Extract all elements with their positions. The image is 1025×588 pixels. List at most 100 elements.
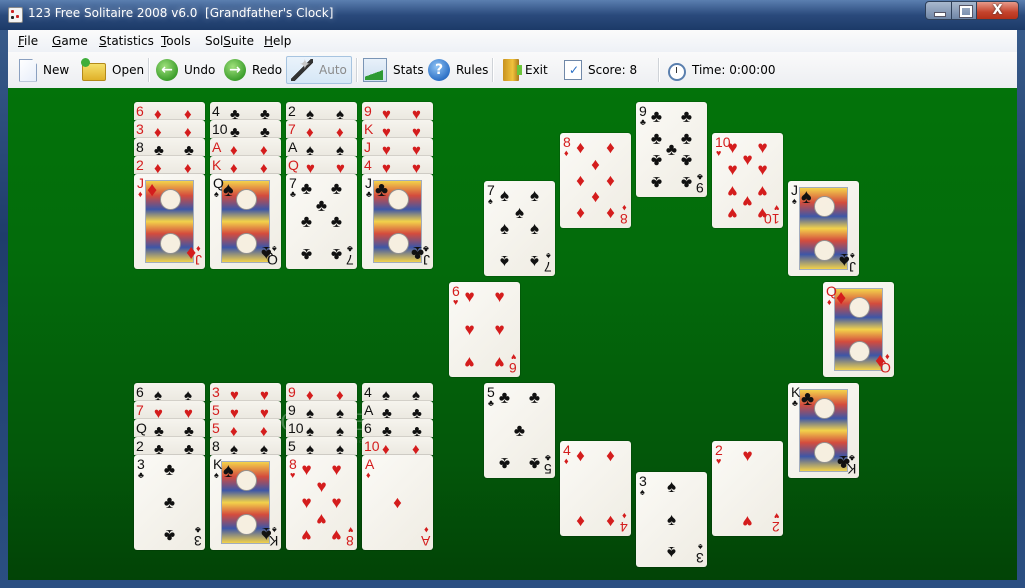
- heart-pip-icon: ♥: [464, 353, 475, 372]
- card-overlapped[interactable]: 8 ♠ ♠: [210, 437, 281, 455]
- club-icon: ♣: [138, 470, 144, 480]
- diamond-icon: ♦: [230, 160, 238, 175]
- card-rank: 10: [288, 420, 304, 436]
- card[interactable]: ♠ ♠ K ♠ K ♠: [210, 455, 281, 550]
- diamond-icon: ♦: [230, 423, 238, 438]
- card-overlapped[interactable]: 3 ♦ ♦: [134, 120, 205, 138]
- card-overlapped[interactable]: J ♥ ♥: [362, 138, 433, 156]
- card-rank: 7: [289, 175, 297, 191]
- exit-button[interactable]: Exit: [503, 56, 548, 84]
- card-overlapped[interactable]: K ♥ ♥: [362, 120, 433, 138]
- card[interactable]: ♣ ♣ K ♣ K ♣: [788, 383, 859, 478]
- card-overlapped[interactable]: 3 ♥ ♥: [210, 383, 281, 401]
- window-title: 123 Free Solitaire 2008 v6.0 [Grandfathe…: [28, 6, 334, 20]
- card-overlapped[interactable]: 2 ♦ ♦: [134, 156, 205, 174]
- menu-game[interactable]: Game: [52, 34, 88, 48]
- undo-button[interactable]: ← Undo: [156, 56, 215, 84]
- club-pip-icon: ♣: [650, 107, 663, 126]
- card-overlapped[interactable]: 8 ♣ ♣: [134, 138, 205, 156]
- help-icon: ?: [428, 59, 450, 81]
- card[interactable]: 9 ♣ 9 ♣ ♣ ♣ ♣ ♣ ♣ ♣ ♣ ♣ ♣: [636, 102, 707, 197]
- stats-button[interactable]: Stats: [363, 56, 424, 84]
- card-overlapped[interactable]: 10 ♠ ♠: [286, 419, 357, 437]
- card-rank: A: [420, 533, 430, 549]
- spade-pip-icon: ♠: [529, 219, 540, 238]
- card-overlapped[interactable]: 2 ♣ ♣: [134, 437, 205, 455]
- menu-accel: G: [52, 34, 62, 48]
- card-overlapped[interactable]: 10 ♦ ♦: [362, 437, 433, 455]
- card-overlapped[interactable]: 6 ♠ ♠: [134, 383, 205, 401]
- card-rank: A: [364, 402, 374, 418]
- auto-button[interactable]: Auto: [286, 56, 352, 84]
- card-overlapped[interactable]: A ♣ ♣: [362, 401, 433, 419]
- card-rank: Q: [288, 157, 299, 173]
- spade-pip-icon: ♠: [529, 252, 540, 271]
- card[interactable]: 5 ♣ 5 ♣ ♣ ♣ ♣ ♣ ♣: [484, 383, 555, 478]
- card-overlapped[interactable]: 4 ♥ ♥: [362, 156, 433, 174]
- card[interactable]: 2 ♥ 2 ♥ ♥ ♥: [712, 441, 783, 536]
- card[interactable]: 10 ♥ 10 ♥ ♥ ♥ ♥ ♥ ♥ ♥ ♥ ♥ ♥ ♥: [712, 133, 783, 228]
- card-overlapped[interactable]: 2 ♠ ♠: [286, 102, 357, 120]
- card-overlapped[interactable]: 6 ♣ ♣: [362, 419, 433, 437]
- card[interactable]: ♦ ♦ Q ♦ Q ♦: [823, 282, 894, 377]
- open-button[interactable]: Open: [81, 56, 144, 84]
- heart-icon: ♥: [773, 511, 779, 521]
- card-overlapped[interactable]: 5 ♠ ♠: [286, 437, 357, 455]
- club-icon: ♣: [792, 398, 798, 408]
- card-overlapped[interactable]: A ♠ ♠: [286, 138, 357, 156]
- spade-icon: ♠: [801, 186, 812, 208]
- title-bar[interactable]: 123 Free Solitaire 2008 v6.0 [Grandfathe…: [0, 0, 1025, 30]
- club-icon: ♣: [382, 423, 392, 438]
- card[interactable]: ♣ ♣ J ♣ J ♣: [362, 174, 433, 269]
- close-button[interactable]: X: [976, 1, 1019, 20]
- card-overlapped[interactable]: A ♦ ♦: [210, 138, 281, 156]
- rules-button[interactable]: ? Rules: [428, 56, 488, 84]
- card-overlapped[interactable]: 9 ♠ ♠: [286, 401, 357, 419]
- card-overlapped[interactable]: 7 ♦ ♦: [286, 120, 357, 138]
- card-overlapped[interactable]: Q ♥ ♥: [286, 156, 357, 174]
- card-overlapped[interactable]: 4 ♠ ♠: [362, 383, 433, 401]
- app-window: 123 Free Solitaire 2008 v6.0 [Grandfathe…: [0, 0, 1025, 588]
- card-overlapped[interactable]: 5 ♥ ♥: [210, 401, 281, 419]
- maximize-button[interactable]: [951, 1, 977, 20]
- card-overlapped[interactable]: K ♦ ♦: [210, 156, 281, 174]
- card[interactable]: 6 ♥ 6 ♥ ♥ ♥ ♥ ♥ ♥ ♥: [449, 282, 520, 377]
- card-overlapped[interactable]: 9 ♦ ♦: [286, 383, 357, 401]
- card[interactable]: 7 ♠ 7 ♠ ♠ ♠ ♠ ♠ ♠ ♠ ♠: [484, 181, 555, 276]
- new-button[interactable]: New: [16, 56, 69, 84]
- card[interactable]: ♦ ♦ J ♦ J ♦: [134, 174, 205, 269]
- card-overlapped[interactable]: 5 ♦ ♦: [210, 419, 281, 437]
- minimize-button[interactable]: [925, 1, 952, 20]
- card[interactable]: 8 ♥ 8 ♥ ♥ ♥ ♥ ♥ ♥ ♥ ♥ ♥: [286, 455, 357, 550]
- card-pips: ♥ ♥ ♥ ♥ ♥ ♥: [461, 288, 508, 372]
- spade-icon: ♠: [306, 106, 314, 121]
- card[interactable]: A ♦ A ♦ ♦: [362, 455, 433, 550]
- card-overlapped[interactable]: 4 ♣ ♣: [210, 102, 281, 120]
- card[interactable]: ♠ ♠ J ♠ J ♠: [788, 181, 859, 276]
- menu-help[interactable]: Help: [264, 34, 291, 48]
- card-rank: 8: [346, 533, 354, 549]
- menu-solsuite[interactable]: SolSuite: [205, 34, 254, 48]
- card[interactable]: ♠ ♠ Q ♠ Q ♠: [210, 174, 281, 269]
- card[interactable]: 8 ♦ 8 ♦ ♦ ♦ ♦ ♦ ♦ ♦ ♦ ♦: [560, 133, 631, 228]
- card-rank: J: [791, 182, 798, 198]
- card-overlapped[interactable]: 10 ♣ ♣: [210, 120, 281, 138]
- card[interactable]: 3 ♠ 3 ♠ ♠ ♠ ♠: [636, 472, 707, 567]
- card-overlapped[interactable]: 9 ♥ ♥: [362, 102, 433, 120]
- club-icon: ♣: [423, 244, 429, 254]
- menu-statistics[interactable]: Statistics: [99, 34, 154, 48]
- card-overlapped[interactable]: 7 ♥ ♥: [134, 401, 205, 419]
- spade-icon: ♠: [412, 387, 420, 402]
- redo-button[interactable]: → Redo: [224, 56, 282, 84]
- club-icon: ♣: [488, 398, 494, 408]
- card-rank: 2: [136, 438, 144, 454]
- card[interactable]: 4 ♦ 4 ♦ ♦ ♦ ♦ ♦: [560, 441, 631, 536]
- card[interactable]: 7 ♣ 7 ♣ ♣ ♣ ♣ ♣ ♣ ♣ ♣: [286, 174, 357, 269]
- card-overlapped[interactable]: Q ♣ ♣: [134, 419, 205, 437]
- menu-file[interactable]: File: [18, 34, 38, 48]
- heart-pip-icon: ♥: [301, 460, 312, 479]
- card-overlapped[interactable]: 6 ♦ ♦: [134, 102, 205, 120]
- club-pip-icon: ♣: [680, 173, 693, 192]
- card[interactable]: 3 ♣ 3 ♣ ♣ ♣ ♣: [134, 455, 205, 550]
- menu-tools[interactable]: Tools: [161, 34, 191, 48]
